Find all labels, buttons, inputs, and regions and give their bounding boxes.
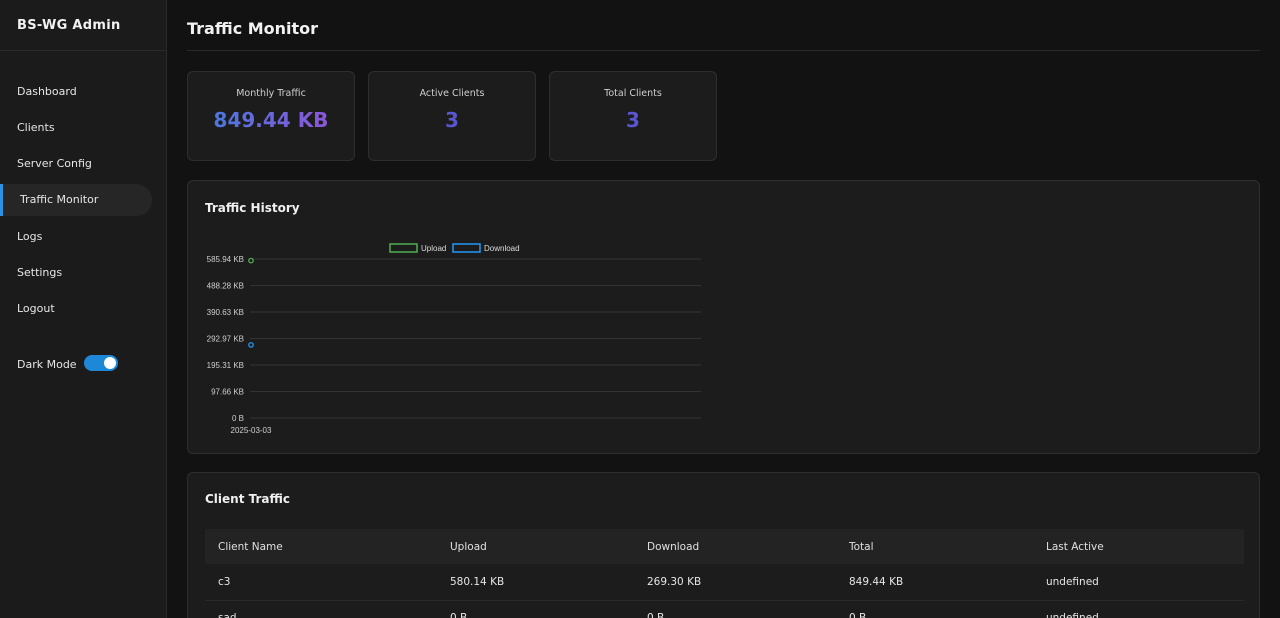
sidebar-item-clients[interactable]: Clients: [0, 111, 152, 143]
x-tick-label: 2025-03-03: [231, 426, 272, 435]
stat-value: 3: [626, 108, 640, 132]
column-header[interactable]: Last Active: [1033, 529, 1244, 564]
sidebar-nav: Dashboard Clients Server Config Traffic …: [0, 75, 166, 325]
y-tick-label: 488.28 KB: [207, 282, 244, 291]
sidebar-item-dashboard[interactable]: Dashboard: [0, 75, 152, 107]
sidebar-item-traffic-monitor[interactable]: Traffic Monitor: [0, 183, 152, 216]
legend-label: Download: [484, 244, 520, 253]
table-cell: undefined: [1033, 600, 1244, 618]
table-row[interactable]: sad 0 B 0 B 0 B undefined: [205, 600, 1244, 618]
table-cell: 0 B: [634, 600, 836, 618]
y-tick-label: 0 B: [232, 414, 244, 423]
sidebar-item-logout[interactable]: Logout: [0, 293, 152, 325]
table-cell: 0 B: [437, 600, 634, 618]
client-traffic-table: Client Name Upload Download Total Last A…: [205, 529, 1244, 618]
table-cell: 580.14 KB: [437, 564, 634, 601]
y-tick-label: 585.94 KB: [207, 255, 244, 264]
y-tick-label: 390.63 KB: [207, 308, 244, 317]
dark-mode-toggle[interactable]: [83, 354, 118, 371]
y-tick-label: 292.97 KB: [207, 335, 244, 344]
stat-label: Active Clients: [419, 88, 485, 99]
sidebar-item-server-config[interactable]: Server Config: [0, 148, 152, 180]
table-cell: undefined: [1033, 564, 1244, 601]
stat-card-active-clients: Active Clients 3: [368, 71, 536, 161]
stat-label: Total Clients: [604, 88, 662, 99]
sidebar: BS-WG Admin Dashboard Clients Server Con…: [0, 0, 167, 618]
table-cell: c3: [205, 564, 437, 601]
table-header-row: Client Name Upload Download Total Last A…: [205, 529, 1244, 564]
y-tick-label: 97.66 KB: [211, 388, 244, 397]
legend-swatch: [389, 243, 418, 253]
stat-value: 849.44 KB: [188, 108, 354, 132]
column-header[interactable]: Download: [634, 529, 836, 564]
table-cell: 269.30 KB: [634, 564, 836, 601]
client-traffic-title: Client Traffic: [205, 492, 291, 506]
table-cell: 0 B: [836, 600, 1033, 618]
table-cell: 849.44 KB: [836, 564, 1033, 601]
main-content: Traffic Monitor Monthly Traffic 849.44 K…: [187, 0, 1260, 618]
table-cell: sad: [205, 600, 437, 618]
stat-value: 3: [445, 108, 459, 132]
data-point: [248, 342, 254, 348]
traffic-history-panel: Traffic History 585.94 KB 488.28 KB 390.63…: [187, 180, 1260, 454]
data-point: [248, 257, 254, 264]
sidebar-item-settings[interactable]: Settings: [0, 256, 152, 288]
dark-mode-label: Dark Mode: [17, 358, 77, 371]
stat-label: Monthly Traffic: [236, 88, 306, 99]
sidebar-item-logs[interactable]: Logs: [0, 220, 152, 252]
stats-row: Monthly Traffic 849.44 KB Active Clients…: [187, 71, 1260, 161]
client-traffic-panel: Client Traffic Client Name Upload Downlo…: [187, 472, 1260, 618]
legend-label: Upload: [421, 244, 446, 253]
legend-swatch: [452, 243, 481, 253]
traffic-history-chart: 585.94 KB 488.28 KB 390.63 KB 292.97 KB 195.…: [207, 243, 701, 435]
table-row[interactable]: c3 580.14 KB 269.30 KB 849.44 KB undefin…: [205, 564, 1244, 601]
column-header[interactable]: Client Name: [205, 529, 437, 564]
toggle-knob: [103, 356, 116, 369]
dark-mode-row: Dark Mode: [17, 354, 118, 371]
page-title: Traffic Monitor: [187, 0, 1260, 51]
app-title: BS-WG Admin: [0, 0, 166, 51]
stat-card-total-clients: Total Clients 3: [549, 71, 717, 161]
stat-card-monthly-traffic: Monthly Traffic 849.44 KB: [187, 71, 355, 161]
column-header[interactable]: Upload: [437, 529, 634, 564]
y-tick-label: 195.31 KB: [207, 361, 244, 370]
column-header[interactable]: Total: [836, 529, 1033, 564]
